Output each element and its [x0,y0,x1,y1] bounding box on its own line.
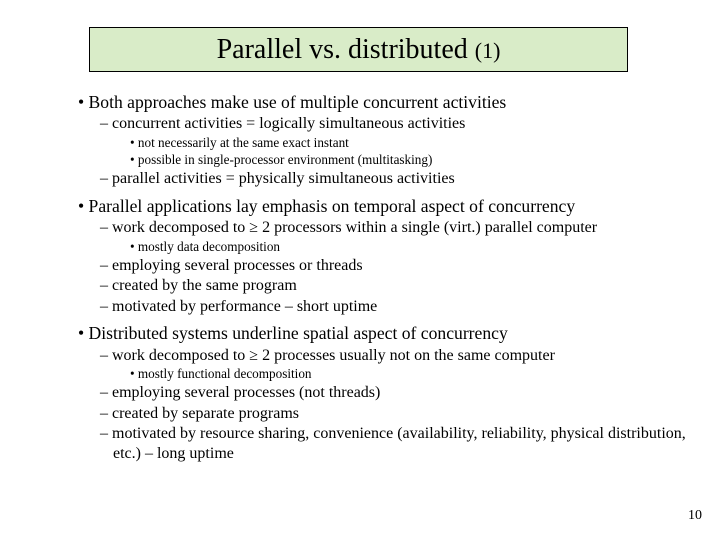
bullet-l17: – motivated by resource sharing, conveni… [78,424,688,463]
bullet-l9: – employing several processes or threads [78,256,688,276]
bullet-l13: – work decomposed to ≥ 2 processes usual… [78,346,688,366]
bullet-l2: – concurrent activities = logically simu… [78,114,688,134]
bullet-l6: • Parallel applications lay emphasis on … [78,196,688,217]
bullet-l12: • Distributed systems underline spatial … [78,323,688,344]
bullet-l11: – motivated by performance – short uptim… [78,297,688,317]
bullet-l10: – created by the same program [78,276,688,296]
title-box: Parallel vs. distributed (1) [89,27,628,72]
bullet-l4: • possible in single-processor environme… [78,152,688,168]
bullet-l1: • Both approaches make use of multiple c… [78,92,688,113]
bullet-l8: • mostly data decomposition [78,239,688,255]
bullet-l3: • not necessarily at the same exact inst… [78,135,688,151]
bullet-l7: – work decomposed to ≥ 2 processors with… [78,218,688,238]
bullet-l16: – created by separate programs [78,404,688,424]
bullet-l5: – parallel activities = physically simul… [78,169,688,189]
body-content: • Both approaches make use of multiple c… [78,92,688,464]
bullet-l14: • mostly functional decomposition [78,366,688,382]
title-main: Parallel vs. distributed [217,34,475,65]
bullet-l15: – employing several processes (not threa… [78,383,688,403]
slide: Parallel vs. distributed (1) • Both appr… [0,0,720,540]
page-number: 10 [688,508,702,524]
title-sub: (1) [475,38,501,63]
